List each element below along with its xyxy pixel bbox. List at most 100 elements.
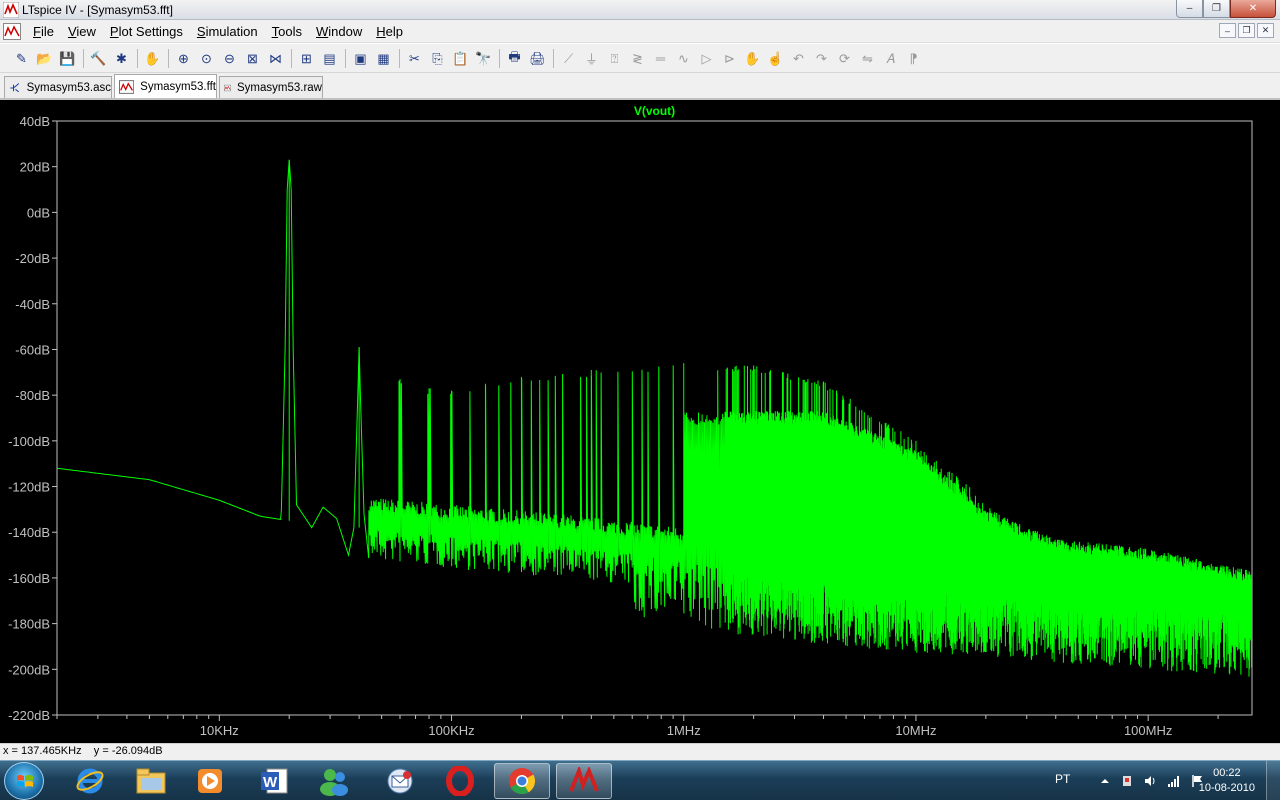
title-bar: LTspice IV - [Symasym53.fft] ‒ ❐ ✕ bbox=[0, 0, 1280, 20]
copy-icon[interactable]: ⎘ bbox=[428, 49, 447, 68]
spectrum-line[interactable] bbox=[57, 159, 1252, 677]
y-tick-label: -80dB bbox=[15, 388, 50, 403]
mdi-minimize-button[interactable]: ‒ bbox=[1219, 23, 1236, 38]
rotate-icon[interactable]: ⟳ bbox=[835, 49, 854, 68]
toolbar-separator bbox=[83, 49, 84, 68]
drag-icon[interactable]: ☝ bbox=[766, 49, 785, 68]
menu-window[interactable]: Window bbox=[309, 24, 369, 39]
zoom-fit-icon[interactable]: ⊠ bbox=[243, 49, 262, 68]
mirror-icon[interactable]: ⇋ bbox=[858, 49, 877, 68]
show-hidden-icons-icon[interactable] bbox=[1098, 774, 1112, 788]
zoom-in-icon[interactable]: ⊕ bbox=[174, 49, 193, 68]
menu-help[interactable]: Help bbox=[369, 24, 410, 39]
find-icon[interactable]: 🔭 bbox=[474, 49, 493, 68]
flash-drive-icon[interactable] bbox=[1120, 774, 1134, 788]
y-tick-label: 20dB bbox=[20, 160, 50, 175]
clock[interactable]: 00:22 10-08-2010 bbox=[1199, 766, 1255, 796]
open-icon[interactable]: 📂 bbox=[35, 49, 54, 68]
print-preview-icon[interactable]: 🖶 bbox=[505, 49, 524, 68]
spice-directive-icon[interactable]: ⁋ bbox=[904, 49, 923, 68]
save-icon[interactable]: 💾 bbox=[58, 49, 77, 68]
move-icon[interactable]: ✋ bbox=[743, 49, 762, 68]
show-desktop-button[interactable] bbox=[1266, 761, 1280, 800]
halt-icon[interactable]: ✋ bbox=[143, 49, 162, 68]
print-icon[interactable]: 🖨 bbox=[528, 49, 547, 68]
control-panel-icon[interactable]: 🔨 bbox=[89, 49, 108, 68]
capacitor-icon[interactable]: ═ bbox=[651, 49, 670, 68]
text-icon[interactable]: 𝐴 bbox=[881, 49, 900, 68]
tab-symasym53-fft[interactable]: Symasym53.fft bbox=[114, 74, 217, 98]
language-indicator[interactable]: PT bbox=[1055, 772, 1070, 786]
zoom-out-icon[interactable]: ⊖ bbox=[220, 49, 239, 68]
y-tick-label: 0dB bbox=[27, 205, 50, 220]
tile-vertical-icon[interactable]: ▤ bbox=[320, 49, 339, 68]
y-tick-label: -60dB bbox=[15, 342, 50, 357]
ltspice-icon[interactable] bbox=[556, 763, 612, 799]
cut-icon[interactable]: ✂ bbox=[405, 49, 424, 68]
paste-icon[interactable]: 📋 bbox=[451, 49, 470, 68]
resistor-icon[interactable]: ≷ bbox=[628, 49, 647, 68]
close-button[interactable]: ✕ bbox=[1230, 0, 1276, 18]
wire-icon[interactable]: ⟋ bbox=[559, 49, 578, 68]
trace-title: V(vout) bbox=[634, 104, 675, 118]
fft-icon[interactable]: ⊞ bbox=[297, 49, 316, 68]
svg-text:W: W bbox=[263, 774, 278, 791]
y-tick-label: -160dB bbox=[8, 571, 50, 586]
document-icon[interactable] bbox=[3, 23, 21, 40]
window-title: LTspice IV - [Symasym53.fft] bbox=[22, 3, 173, 17]
new-schematic-icon[interactable]: ✎ bbox=[12, 49, 31, 68]
taskbar: W PT 00:22 10-08-2010 bbox=[0, 760, 1280, 800]
trace-v-vout[interactable] bbox=[57, 159, 1252, 677]
plot-pane[interactable]: 40dB 20dB 0dB -20dB -40dB -60dB -80dB -100dB -12… bbox=[0, 98, 1280, 743]
redo-icon[interactable]: ↷ bbox=[812, 49, 831, 68]
menu-tools[interactable]: Tools bbox=[265, 24, 309, 39]
component-icon[interactable]: ⊳ bbox=[720, 49, 739, 68]
clock-time: 00:22 bbox=[1213, 767, 1241, 779]
volume-icon[interactable] bbox=[1143, 774, 1157, 788]
waveform-icon bbox=[224, 84, 231, 91]
cascade-icon[interactable]: ▣ bbox=[351, 49, 370, 68]
autorange-icon[interactable]: ⋈ bbox=[266, 49, 285, 68]
undo-icon[interactable]: ↶ bbox=[789, 49, 808, 68]
toolbar-separator bbox=[137, 49, 138, 68]
mdi-restore-button[interactable]: ❐ bbox=[1238, 23, 1255, 38]
toolbar-separator bbox=[553, 49, 554, 68]
diode-icon[interactable]: ▷ bbox=[697, 49, 716, 68]
toolbar-separator bbox=[399, 49, 400, 68]
windows-explorer-icon[interactable] bbox=[123, 763, 179, 799]
media-player-icon[interactable] bbox=[182, 763, 238, 799]
waveform-icon bbox=[119, 79, 135, 94]
network-signal-icon[interactable] bbox=[1167, 774, 1181, 788]
maximize-button[interactable]: ❐ bbox=[1203, 0, 1230, 18]
internet-explorer-icon[interactable] bbox=[62, 763, 118, 799]
run-icon[interactable]: ✱ bbox=[112, 49, 131, 68]
tab-bar: Symasym53.asc Symasym53.fft Symasym53.ra… bbox=[0, 73, 1280, 98]
menu-plot-settings[interactable]: Plot Settings bbox=[103, 24, 190, 39]
x-tick-label: 1MHz bbox=[667, 723, 701, 738]
opera-icon[interactable] bbox=[432, 763, 488, 799]
ltspice-app-icon bbox=[3, 2, 19, 18]
menu-simulation[interactable]: Simulation bbox=[190, 24, 265, 39]
tile-horizontal-icon[interactable]: ▦ bbox=[374, 49, 393, 68]
chrome-icon[interactable] bbox=[494, 763, 550, 799]
label-icon[interactable]: ⍰ bbox=[605, 49, 624, 68]
fft-plot[interactable]: 40dB 20dB 0dB -20dB -40dB -60dB -80dB -100dB -12… bbox=[0, 100, 1280, 745]
inductor-icon[interactable]: ∿ bbox=[674, 49, 693, 68]
outlook-express-icon[interactable] bbox=[372, 763, 428, 799]
word-icon[interactable]: W bbox=[246, 763, 302, 799]
minimize-button[interactable]: ‒ bbox=[1176, 0, 1203, 18]
y-tick-label: -100dB bbox=[8, 434, 50, 449]
zoom-back-icon[interactable]: ⊙ bbox=[197, 49, 216, 68]
tab-symasym53-raw[interactable]: Symasym53.raw bbox=[219, 76, 323, 98]
y-tick-label: -220dB bbox=[8, 708, 50, 723]
mdi-close-button[interactable]: ✕ bbox=[1257, 23, 1274, 38]
start-button[interactable] bbox=[4, 762, 44, 800]
toolbar-separator bbox=[291, 49, 292, 68]
menu-file[interactable]: File bbox=[26, 24, 61, 39]
y-tick-label: -20dB bbox=[15, 251, 50, 266]
tab-symasym53-asc[interactable]: Symasym53.asc bbox=[4, 76, 112, 98]
y-tick-label: -180dB bbox=[8, 617, 50, 632]
menu-view[interactable]: View bbox=[61, 24, 103, 39]
ground-icon[interactable]: ⏚ bbox=[582, 49, 601, 68]
messenger-icon[interactable] bbox=[306, 763, 362, 799]
